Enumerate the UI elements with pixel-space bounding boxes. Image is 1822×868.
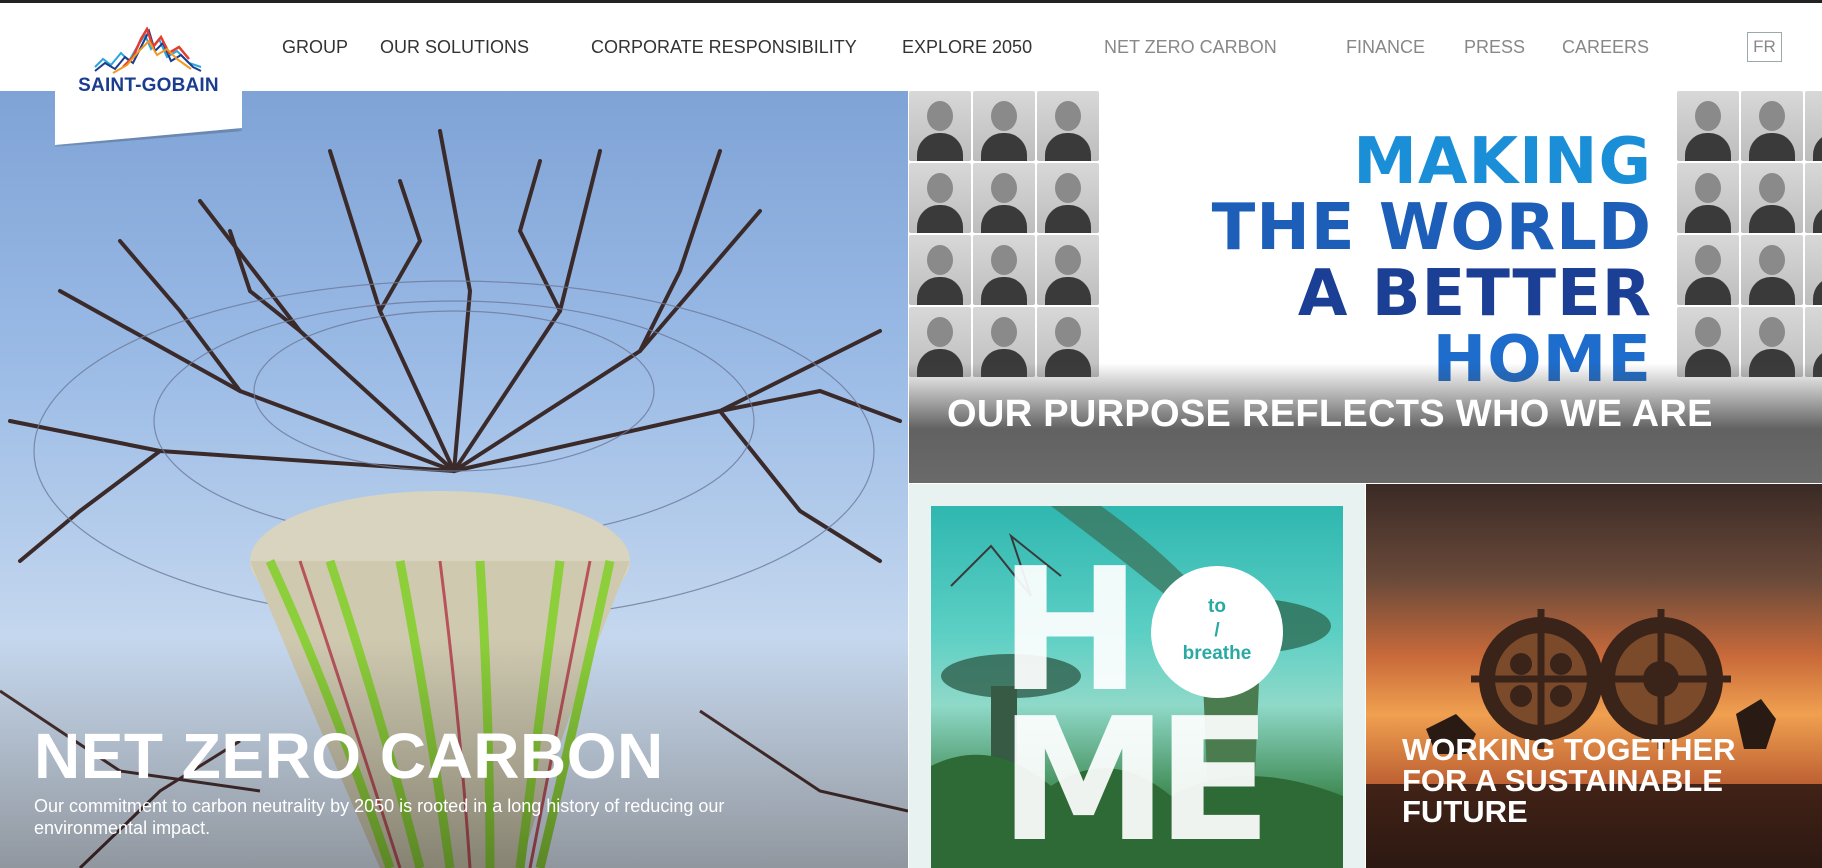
hero-description: Our commitment to carbon neutrality by 2… (34, 796, 725, 838)
slogan-line-1: MAKING (1353, 125, 1652, 199)
working-together-tile[interactable]: WORKING TOGETHER FOR A SUSTAINABLE FUTUR… (1366, 484, 1822, 868)
slogan-line-2: THE WORLD (1211, 191, 1652, 265)
slogan-line-3: A BETTER (1297, 257, 1652, 331)
purpose-panel[interactable]: MAKING THE WORLD A BETTER HOME OUR PURPO… (909, 91, 1822, 483)
logo-wordmark: SAINT-GOBAIN (78, 75, 219, 96)
home-to-breathe-tile[interactable]: H M E to / breathe (909, 484, 1365, 868)
language-switch-button[interactable]: FR (1747, 32, 1782, 62)
saint-gobain-logo-icon (94, 27, 202, 74)
hero-title: NET ZERO CARBON (34, 720, 664, 792)
breathe-circle-badge: to / breathe (1151, 566, 1283, 698)
nav-item-group[interactable]: GROUP (282, 37, 348, 58)
nav-item-net-zero-carbon[interactable]: NET ZERO CARBON (1104, 37, 1277, 58)
letter-m: M (999, 682, 1169, 868)
purpose-title: OUR PURPOSE REFLECTS WHO WE ARE (947, 393, 1713, 435)
letter-e: E (1156, 682, 1273, 868)
main-nav: GROUP OUR SOLUTIONS CORPORATE RESPONSIBI… (0, 37, 1822, 61)
nav-item-our-solutions[interactable]: OUR SOLUTIONS (380, 37, 529, 58)
nav-item-careers[interactable]: CAREERS (1562, 37, 1649, 58)
working-title-line-3: FUTURE (1402, 794, 1528, 829)
nav-item-finance[interactable]: FINANCE (1346, 37, 1425, 58)
nav-item-corporate-responsibility[interactable]: CORPORATE RESPONSIBILITY (591, 37, 857, 58)
circle-text-to: to (1208, 596, 1226, 617)
circle-text-breathe: breathe (1182, 643, 1252, 664)
hero-net-zero-carbon[interactable]: NET ZERO CARBON Our commitment to carbon… (0, 91, 908, 868)
site-header: GROUP OUR SOLUTIONS CORPORATE RESPONSIBI… (0, 3, 1822, 91)
working-title-line-2: FOR A SUSTAINABLE (1402, 763, 1723, 798)
home-logo-link[interactable]: SAINT-GOBAIN (55, 3, 242, 145)
working-together-title: WORKING TOGETHER FOR A SUSTAINABLE FUTUR… (1402, 734, 1736, 827)
nav-item-press[interactable]: PRESS (1464, 37, 1525, 58)
nav-item-explore-2050[interactable]: EXPLORE 2050 (902, 37, 1032, 58)
circle-text-slash: / (1214, 620, 1220, 641)
working-title-line-1: WORKING TOGETHER (1402, 732, 1736, 767)
home-to-breathe-image: H M E to / breathe (931, 506, 1343, 868)
purpose-slogan: MAKING THE WORLD A BETTER HOME (1212, 129, 1652, 393)
